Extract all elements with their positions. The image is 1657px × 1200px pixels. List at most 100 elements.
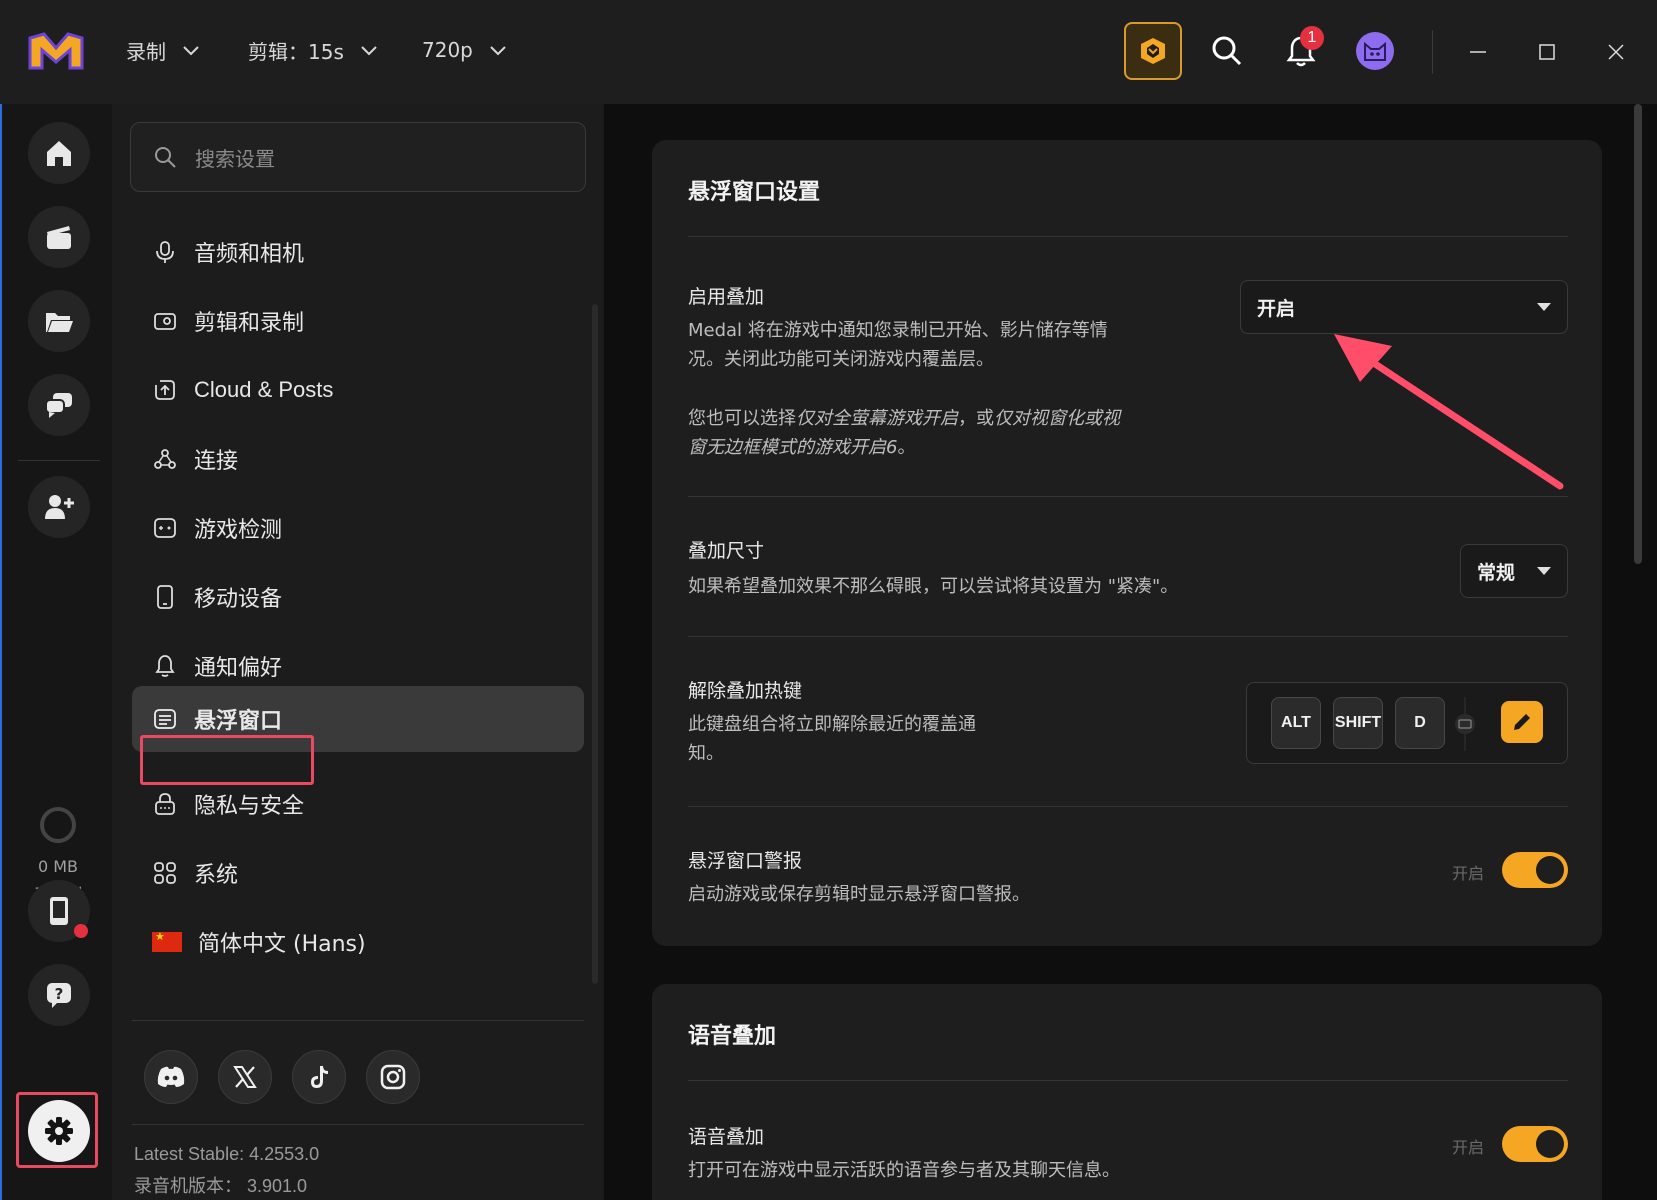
enable-overlay-note: 您也可以选择仅对全萤幕游戏开启，或仅对视窗化或视 窗无边框模式的游戏开启6。 xyxy=(688,404,1120,462)
overlay-size-select[interactable]: 常规 xyxy=(1460,544,1568,598)
x-logo-icon xyxy=(233,1066,257,1088)
card-divider xyxy=(688,636,1568,637)
chat-button[interactable] xyxy=(28,374,90,436)
card-title: 语音叠加 xyxy=(688,1024,777,1049)
selected-value: 开启 xyxy=(1257,297,1296,320)
quality-label: 720p xyxy=(422,38,473,62)
overlay-size-description: 如果希望叠加效果不那么碍眼，可以尝试将其设置为 "紧凑"。 xyxy=(688,576,1179,597)
enable-overlay-select[interactable]: 开启 xyxy=(1240,280,1568,334)
gamepad-icon xyxy=(152,515,178,541)
connection-icon xyxy=(152,446,178,472)
close-button[interactable] xyxy=(1594,30,1638,74)
record-label: 录制 xyxy=(126,39,166,64)
home-button[interactable] xyxy=(28,122,90,184)
grid-icon xyxy=(152,860,178,886)
record-dropdown[interactable]: 录制 xyxy=(126,30,202,70)
instagram-button[interactable] xyxy=(366,1050,420,1104)
nav-item-label: 连接 xyxy=(194,449,239,474)
library-button[interactable] xyxy=(28,290,90,352)
nav-divider xyxy=(132,1020,584,1021)
nav-item-label: 音频和相机 xyxy=(194,242,305,267)
settings-search-input[interactable]: 搜索设置 xyxy=(130,122,586,192)
add-friend-button[interactable] xyxy=(28,476,90,538)
card-divider xyxy=(688,496,1568,497)
nav-item-system[interactable]: 系统 xyxy=(132,840,584,906)
home-icon xyxy=(47,141,71,166)
note-text: 。 xyxy=(897,437,916,458)
clip-length-dropdown[interactable]: 剪辑：15s xyxy=(248,30,380,70)
china-flag-icon xyxy=(152,930,182,952)
minimize-icon xyxy=(1470,51,1486,53)
video-camera-icon xyxy=(152,308,178,334)
tiktok-icon xyxy=(311,1066,328,1088)
nav-item-label: Cloud & Posts xyxy=(194,377,334,402)
card-divider xyxy=(688,236,1568,237)
nav-item-audio-camera[interactable]: 音频和相机 xyxy=(132,219,584,285)
card-divider xyxy=(688,1080,1568,1081)
key-cap: D xyxy=(1395,697,1445,749)
description-line: Medal 将在游戏中通知您录制已开始、影片储存等情 xyxy=(688,320,1108,341)
discord-button[interactable] xyxy=(144,1050,198,1104)
x-twitter-button[interactable] xyxy=(218,1050,272,1104)
description-line: 窗无边框模式的游戏开启6。 xyxy=(688,433,1120,462)
maximize-button[interactable] xyxy=(1525,30,1569,74)
chevron-down-icon xyxy=(490,46,506,56)
dismiss-hotkey-label: 解除叠加热键 xyxy=(688,680,803,702)
cat-face-icon xyxy=(1364,41,1386,61)
nav-item-label: 游戏检测 xyxy=(194,518,283,543)
overlay-alerts-toggle[interactable] xyxy=(1502,852,1568,888)
nav-item-label: 移动设备 xyxy=(194,587,283,612)
bell-icon xyxy=(152,653,178,679)
note-text: 您也可以选择 xyxy=(688,408,796,429)
avatar xyxy=(1356,32,1394,70)
overlay-settings-card: 悬浮窗口设置 启用叠加 Medal 将在游戏中通知您录制已开始、影片储存等情 况… xyxy=(652,140,1602,946)
nav-item-game-detection[interactable]: 游戏检测 xyxy=(132,495,584,561)
quality-dropdown[interactable]: 720p xyxy=(422,30,509,70)
note-emphasis: 仅对视窗化或视 xyxy=(994,408,1120,429)
nav-item-label: 剪辑和录制 xyxy=(194,311,305,336)
instagram-icon xyxy=(380,1064,406,1090)
notifications-button[interactable]: 1 xyxy=(1272,22,1330,80)
content-scrollbar[interactable] xyxy=(1634,104,1642,564)
mobile-alert-dot xyxy=(74,924,88,938)
maximize-icon xyxy=(1539,44,1555,60)
hotkey-input[interactable]: ALT SHIFT D xyxy=(1246,682,1568,764)
microphone-icon xyxy=(152,239,178,265)
medal-logo[interactable] xyxy=(26,30,86,72)
nav-scrollbar[interactable] xyxy=(592,304,598,984)
search-button[interactable] xyxy=(1198,22,1256,80)
key-cap: SHIFT xyxy=(1333,697,1383,749)
description-line: 您也可以选择仅对全萤幕游戏开启，或仅对视窗化或视 xyxy=(688,404,1120,433)
note-emphasis: 仅对全萤幕游戏开启 xyxy=(796,408,958,429)
overlay-icon xyxy=(152,706,178,732)
minimize-button[interactable] xyxy=(1456,30,1500,74)
discord-icon xyxy=(157,1066,185,1087)
enable-overlay-label: 启用叠加 xyxy=(688,286,765,308)
voice-overlay-description: 打开可在游戏中显示活跃的语音参与者及其聊天信息。 xyxy=(688,1160,1120,1181)
nav-item-privacy-security[interactable]: 隐私与安全 xyxy=(132,771,584,837)
nav-item-mobile[interactable]: 移动设备 xyxy=(132,564,584,630)
voice-overlay-card: 语音叠加 语音叠加 打开可在游戏中显示活跃的语音参与者及其聊天信息。 开启 xyxy=(652,984,1602,1200)
left-rail: 0 MB 无限制 ? xyxy=(0,104,112,1200)
note-emphasis: 窗无边框模式的游戏开启6 xyxy=(688,437,898,458)
nav-item-connections[interactable]: 连接 xyxy=(132,426,584,492)
storage-ring xyxy=(40,807,76,843)
search-placeholder: 搜索设置 xyxy=(195,146,275,171)
tiktok-button[interactable] xyxy=(292,1050,346,1104)
svg-text:?: ? xyxy=(55,985,64,1003)
nav-item-clips-recording[interactable]: 剪辑和录制 xyxy=(132,288,584,354)
caret-down-icon xyxy=(1537,567,1551,575)
pencil-icon xyxy=(1514,714,1530,730)
clips-button[interactable] xyxy=(28,206,90,268)
profile-button[interactable] xyxy=(1346,22,1404,80)
nav-item-language[interactable]: 简体中文 (Hans) xyxy=(132,909,584,975)
help-button[interactable]: ? xyxy=(28,964,90,1026)
medal-shield-icon xyxy=(1141,38,1165,64)
cloud-upload-icon xyxy=(152,377,178,403)
nav-item-cloud-posts[interactable]: Cloud & Posts xyxy=(132,357,584,423)
edit-hotkey-button[interactable] xyxy=(1501,701,1543,743)
medal-premium-button[interactable] xyxy=(1124,22,1182,80)
card-divider xyxy=(688,806,1568,807)
voice-overlay-toggle[interactable] xyxy=(1502,1126,1568,1162)
description-line: 此键盘组合将立即解除最近的覆盖通 xyxy=(688,714,976,735)
